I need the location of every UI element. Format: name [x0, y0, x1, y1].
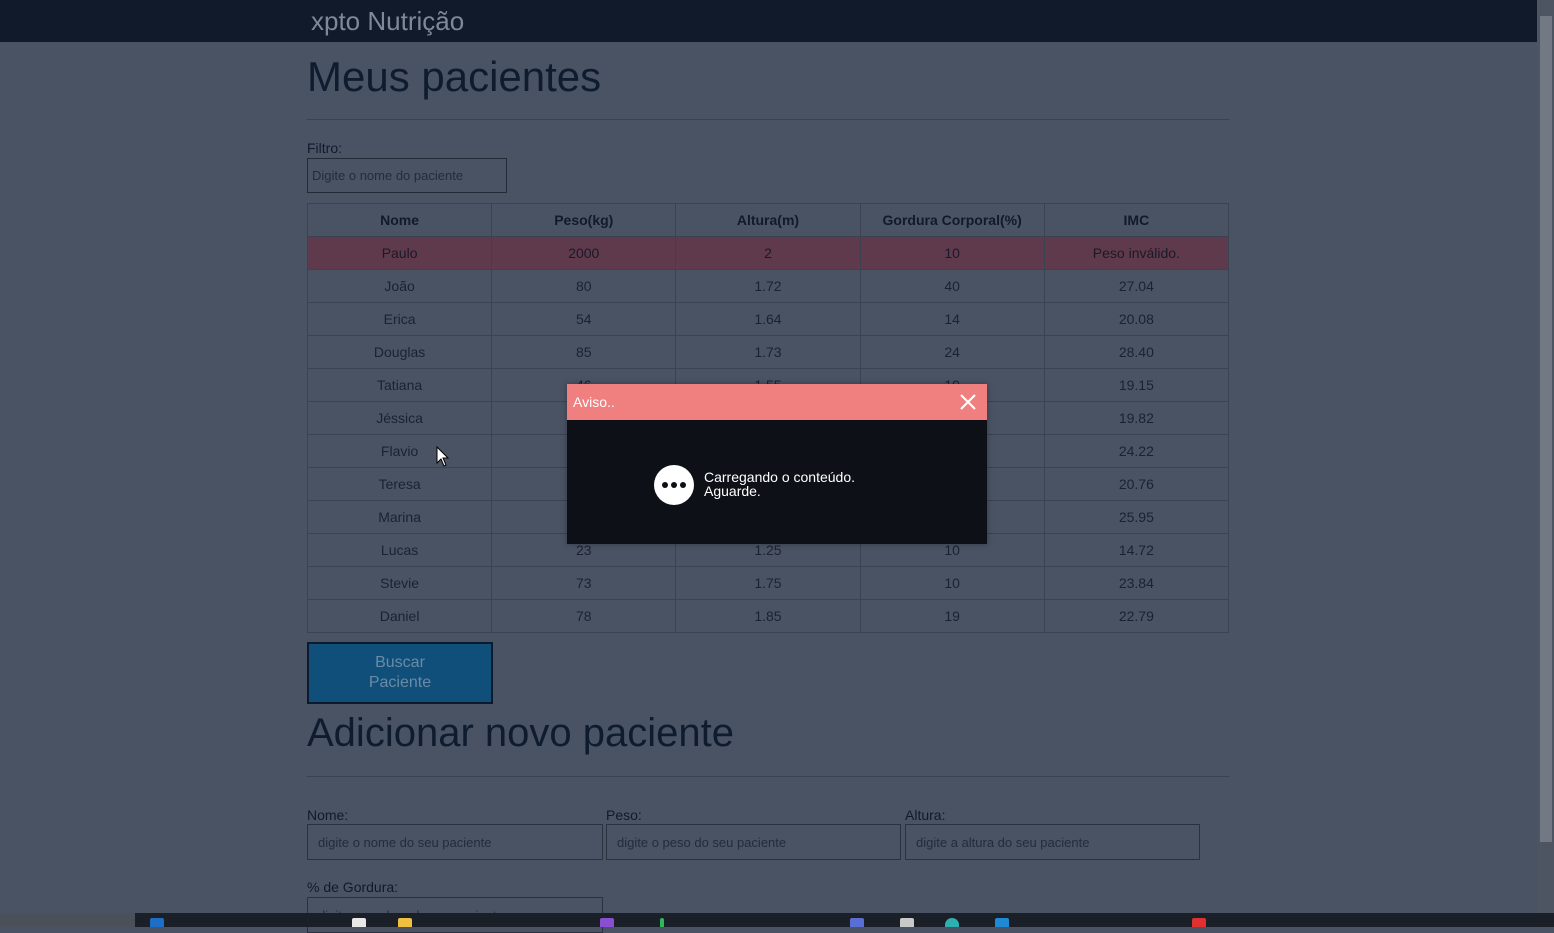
- cell-imc: 22.79: [1043, 599, 1230, 633]
- header-altura[interactable]: Altura(m): [675, 203, 861, 237]
- cell-imc: 20.76: [1043, 467, 1230, 501]
- cell-nome: Daniel: [306, 599, 493, 633]
- cell-nome: Flavio: [306, 434, 493, 468]
- cell-altura: 1.72: [675, 269, 861, 303]
- altura-label: Altura:: [905, 807, 946, 823]
- cell-gordura: 10: [859, 566, 1045, 600]
- header-gordura[interactable]: Gordura Corporal(%): [859, 203, 1045, 237]
- cell-nome: Erica: [306, 302, 493, 336]
- cell-gordura: 14: [859, 302, 1045, 336]
- cell-altura: 1.73: [675, 335, 861, 369]
- table-row[interactable]: Stevie 73 1.75 10 23.84: [306, 566, 1230, 600]
- cell-imc: Peso inválido.: [1043, 236, 1230, 270]
- nome-field[interactable]: [307, 824, 603, 860]
- cell-imc: 24.22: [1043, 434, 1230, 468]
- header-imc[interactable]: IMC: [1043, 203, 1230, 237]
- cell-peso: 80: [491, 269, 677, 303]
- taskbar-search-area[interactable]: [0, 913, 135, 927]
- taskbar-app-icon[interactable]: [600, 918, 614, 927]
- cell-gordura: 40: [859, 269, 1045, 303]
- vscode-icon[interactable]: [995, 918, 1009, 927]
- cell-imc: 19.15: [1043, 368, 1230, 402]
- table-row[interactable]: João 80 1.72 40 27.04: [306, 269, 1230, 303]
- cell-nome: Stevie: [306, 566, 493, 600]
- cell-peso: 54: [491, 302, 677, 336]
- close-icon[interactable]: [957, 391, 979, 413]
- table-row[interactable]: Erica 54 1.64 14 20.08: [306, 302, 1230, 336]
- taskbar-app-icon[interactable]: [660, 918, 664, 927]
- cell-nome: Douglas: [306, 335, 493, 369]
- cell-altura: 1.75: [675, 566, 861, 600]
- page-title: Meus pacientes: [307, 53, 602, 100]
- divider: [307, 119, 1229, 120]
- cell-gordura: 24: [859, 335, 1045, 369]
- table-header-row: Nome Peso(kg) Altura(m) Gordura Corporal…: [306, 203, 1230, 237]
- modal-header: Aviso..: [567, 384, 987, 420]
- ellipsis-icon: [654, 465, 694, 505]
- brand-logo-text[interactable]: xpto Nutrição: [311, 6, 464, 36]
- cell-imc: 19.82: [1043, 401, 1230, 435]
- modal-title: Aviso..: [573, 394, 615, 410]
- cell-nome: Jéssica: [306, 401, 493, 435]
- gordura-label: % de Gordura:: [307, 879, 399, 895]
- top-navbar: xpto Nutrição: [0, 0, 1537, 42]
- cell-peso: 85: [491, 335, 677, 369]
- table-row[interactable]: Daniel 78 1.85 19 22.79: [306, 599, 1230, 633]
- taskbar-app-icon[interactable]: [900, 918, 914, 927]
- filter-label: Filtro:: [307, 140, 342, 156]
- buscar-label-line1: Buscar: [375, 654, 425, 671]
- os-taskbar: [0, 913, 1554, 927]
- cell-nome: Lucas: [306, 533, 493, 567]
- taskbar-app-icon[interactable]: [1192, 918, 1206, 927]
- scrollbar-thumb[interactable]: [1540, 16, 1552, 842]
- cell-imc: 20.08: [1043, 302, 1230, 336]
- add-patient-title: Adicionar novo paciente: [307, 711, 734, 755]
- taskbar-app-icon[interactable]: [945, 918, 959, 927]
- cell-imc: 14.72: [1043, 533, 1230, 567]
- cell-altura: 1.64: [675, 302, 861, 336]
- peso-label: Peso:: [606, 807, 642, 823]
- cell-gordura: 10: [859, 236, 1045, 270]
- cell-gordura: 19: [859, 599, 1045, 633]
- taskbar-app-icon[interactable]: [352, 918, 366, 927]
- nome-label: Nome:: [307, 807, 349, 823]
- buscar-paciente-button[interactable]: Buscar Paciente: [307, 642, 493, 704]
- taskbar-app-icon[interactable]: [150, 918, 164, 927]
- filter-input[interactable]: [307, 158, 507, 193]
- divider: [307, 776, 1229, 777]
- cell-imc: 25.95: [1043, 500, 1230, 534]
- cell-nome: Teresa: [306, 467, 493, 501]
- header-peso[interactable]: Peso(kg): [491, 203, 677, 237]
- cell-peso: 73: [491, 566, 677, 600]
- alert-modal: Aviso.. Carregando o conteúdo. Aguarde.: [567, 384, 987, 544]
- cell-imc: 28.40: [1043, 335, 1230, 369]
- cell-nome: Paulo: [306, 236, 493, 270]
- cell-peso: 78: [491, 599, 677, 633]
- cell-altura: 2: [675, 236, 861, 270]
- cell-imc: 27.04: [1043, 269, 1230, 303]
- modal-message-line2: Aguarde.: [704, 483, 761, 499]
- altura-field[interactable]: [905, 824, 1200, 860]
- cell-peso: 2000: [491, 236, 677, 270]
- header-nome[interactable]: Nome: [306, 203, 493, 237]
- cell-nome: João: [306, 269, 493, 303]
- modal-message: Carregando o conteúdo. Aguarde.: [704, 470, 924, 498]
- mouse-cursor-icon: [436, 446, 450, 467]
- buscar-label-line2: Paciente: [368, 674, 432, 691]
- cell-nome: Marina: [306, 500, 493, 534]
- cell-altura: 1.85: [675, 599, 861, 633]
- peso-field[interactable]: [606, 824, 901, 860]
- folder-icon[interactable]: [398, 918, 412, 927]
- table-row[interactable]: Douglas 85 1.73 24 28.40: [306, 335, 1230, 369]
- cell-imc: 23.84: [1043, 566, 1230, 600]
- table-row[interactable]: Paulo 2000 2 10 Peso inválido.: [306, 236, 1230, 270]
- taskbar-app-icon[interactable]: [850, 918, 864, 927]
- cell-nome: Tatiana: [306, 368, 493, 402]
